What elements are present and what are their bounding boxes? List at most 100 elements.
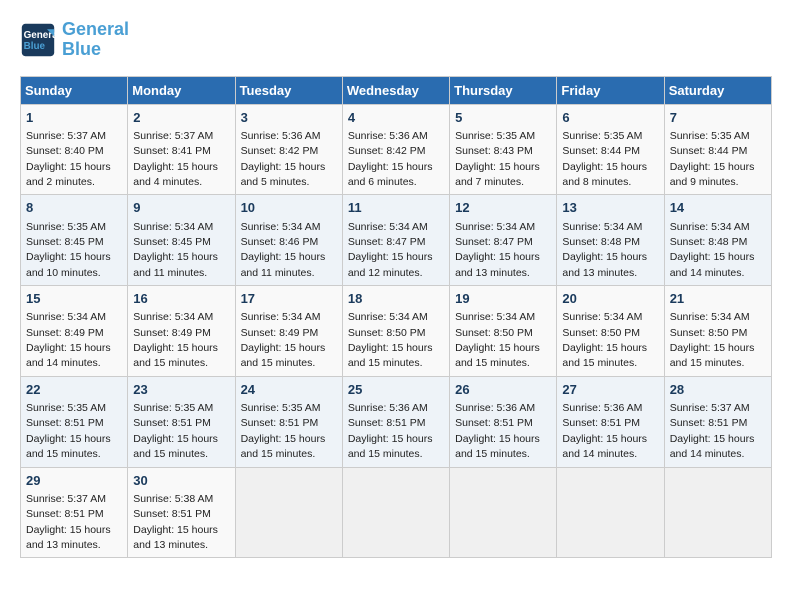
day-info: Sunrise: 5:34 AMSunset: 8:47 PMDaylight:… xyxy=(455,221,540,279)
calendar-cell: 26 Sunrise: 5:36 AMSunset: 8:51 PMDaylig… xyxy=(450,376,557,467)
calendar-cell: 3 Sunrise: 5:36 AMSunset: 8:42 PMDayligh… xyxy=(235,104,342,195)
day-info: Sunrise: 5:37 AMSunset: 8:40 PMDaylight:… xyxy=(26,130,111,188)
calendar-cell: 17 Sunrise: 5:34 AMSunset: 8:49 PMDaylig… xyxy=(235,286,342,377)
day-number: 17 xyxy=(241,290,337,308)
calendar-cell: 22 Sunrise: 5:35 AMSunset: 8:51 PMDaylig… xyxy=(21,376,128,467)
day-info: Sunrise: 5:34 AMSunset: 8:49 PMDaylight:… xyxy=(241,311,326,369)
calendar-cell: 8 Sunrise: 5:35 AMSunset: 8:45 PMDayligh… xyxy=(21,195,128,286)
day-number: 13 xyxy=(562,199,658,217)
week-row-3: 15 Sunrise: 5:34 AMSunset: 8:49 PMDaylig… xyxy=(21,286,772,377)
day-info: Sunrise: 5:34 AMSunset: 8:50 PMDaylight:… xyxy=(455,311,540,369)
day-info: Sunrise: 5:35 AMSunset: 8:51 PMDaylight:… xyxy=(26,402,111,460)
day-info: Sunrise: 5:34 AMSunset: 8:49 PMDaylight:… xyxy=(133,311,218,369)
calendar-cell: 23 Sunrise: 5:35 AMSunset: 8:51 PMDaylig… xyxy=(128,376,235,467)
day-info: Sunrise: 5:37 AMSunset: 8:51 PMDaylight:… xyxy=(26,493,111,551)
weekday-header-saturday: Saturday xyxy=(664,76,771,104)
logo: General Blue GeneralBlue xyxy=(20,20,129,60)
calendar-cell: 27 Sunrise: 5:36 AMSunset: 8:51 PMDaylig… xyxy=(557,376,664,467)
calendar-cell xyxy=(664,467,771,558)
day-number: 26 xyxy=(455,381,551,399)
day-number: 4 xyxy=(348,109,444,127)
day-number: 11 xyxy=(348,199,444,217)
calendar-cell: 15 Sunrise: 5:34 AMSunset: 8:49 PMDaylig… xyxy=(21,286,128,377)
day-info: Sunrise: 5:34 AMSunset: 8:48 PMDaylight:… xyxy=(670,221,755,279)
day-number: 21 xyxy=(670,290,766,308)
day-number: 19 xyxy=(455,290,551,308)
day-info: Sunrise: 5:36 AMSunset: 8:51 PMDaylight:… xyxy=(348,402,433,460)
day-number: 9 xyxy=(133,199,229,217)
weekday-header-row: SundayMondayTuesdayWednesdayThursdayFrid… xyxy=(21,76,772,104)
weekday-header-thursday: Thursday xyxy=(450,76,557,104)
calendar-cell xyxy=(342,467,449,558)
week-row-1: 1 Sunrise: 5:37 AMSunset: 8:40 PMDayligh… xyxy=(21,104,772,195)
calendar-cell: 28 Sunrise: 5:37 AMSunset: 8:51 PMDaylig… xyxy=(664,376,771,467)
calendar-cell: 7 Sunrise: 5:35 AMSunset: 8:44 PMDayligh… xyxy=(664,104,771,195)
calendar-cell: 20 Sunrise: 5:34 AMSunset: 8:50 PMDaylig… xyxy=(557,286,664,377)
day-info: Sunrise: 5:34 AMSunset: 8:48 PMDaylight:… xyxy=(562,221,647,279)
day-number: 20 xyxy=(562,290,658,308)
svg-text:Blue: Blue xyxy=(24,41,46,52)
day-info: Sunrise: 5:35 AMSunset: 8:51 PMDaylight:… xyxy=(241,402,326,460)
day-info: Sunrise: 5:34 AMSunset: 8:45 PMDaylight:… xyxy=(133,221,218,279)
day-number: 6 xyxy=(562,109,658,127)
day-number: 25 xyxy=(348,381,444,399)
calendar-cell: 6 Sunrise: 5:35 AMSunset: 8:44 PMDayligh… xyxy=(557,104,664,195)
page-header: General Blue GeneralBlue xyxy=(20,20,772,60)
day-info: Sunrise: 5:35 AMSunset: 8:44 PMDaylight:… xyxy=(562,130,647,188)
calendar-cell xyxy=(450,467,557,558)
day-info: Sunrise: 5:34 AMSunset: 8:49 PMDaylight:… xyxy=(26,311,111,369)
calendar-cell: 1 Sunrise: 5:37 AMSunset: 8:40 PMDayligh… xyxy=(21,104,128,195)
day-info: Sunrise: 5:34 AMSunset: 8:50 PMDaylight:… xyxy=(670,311,755,369)
calendar-cell: 4 Sunrise: 5:36 AMSunset: 8:42 PMDayligh… xyxy=(342,104,449,195)
day-number: 22 xyxy=(26,381,122,399)
day-number: 16 xyxy=(133,290,229,308)
calendar-cell: 16 Sunrise: 5:34 AMSunset: 8:49 PMDaylig… xyxy=(128,286,235,377)
day-info: Sunrise: 5:36 AMSunset: 8:51 PMDaylight:… xyxy=(562,402,647,460)
calendar-cell xyxy=(557,467,664,558)
day-number: 14 xyxy=(670,199,766,217)
day-info: Sunrise: 5:35 AMSunset: 8:43 PMDaylight:… xyxy=(455,130,540,188)
weekday-header-friday: Friday xyxy=(557,76,664,104)
calendar-cell: 2 Sunrise: 5:37 AMSunset: 8:41 PMDayligh… xyxy=(128,104,235,195)
day-number: 15 xyxy=(26,290,122,308)
calendar-cell: 13 Sunrise: 5:34 AMSunset: 8:48 PMDaylig… xyxy=(557,195,664,286)
day-number: 3 xyxy=(241,109,337,127)
day-number: 18 xyxy=(348,290,444,308)
day-number: 10 xyxy=(241,199,337,217)
calendar-cell: 25 Sunrise: 5:36 AMSunset: 8:51 PMDaylig… xyxy=(342,376,449,467)
logo-icon: General Blue xyxy=(20,22,56,58)
day-number: 30 xyxy=(133,472,229,490)
calendar-cell: 10 Sunrise: 5:34 AMSunset: 8:46 PMDaylig… xyxy=(235,195,342,286)
day-info: Sunrise: 5:36 AMSunset: 8:42 PMDaylight:… xyxy=(348,130,433,188)
calendar-cell: 9 Sunrise: 5:34 AMSunset: 8:45 PMDayligh… xyxy=(128,195,235,286)
weekday-header-tuesday: Tuesday xyxy=(235,76,342,104)
day-number: 5 xyxy=(455,109,551,127)
calendar-cell xyxy=(235,467,342,558)
day-number: 7 xyxy=(670,109,766,127)
day-info: Sunrise: 5:35 AMSunset: 8:51 PMDaylight:… xyxy=(133,402,218,460)
week-row-2: 8 Sunrise: 5:35 AMSunset: 8:45 PMDayligh… xyxy=(21,195,772,286)
calendar-cell: 30 Sunrise: 5:38 AMSunset: 8:51 PMDaylig… xyxy=(128,467,235,558)
day-number: 23 xyxy=(133,381,229,399)
day-info: Sunrise: 5:35 AMSunset: 8:44 PMDaylight:… xyxy=(670,130,755,188)
calendar-cell: 11 Sunrise: 5:34 AMSunset: 8:47 PMDaylig… xyxy=(342,195,449,286)
day-info: Sunrise: 5:34 AMSunset: 8:47 PMDaylight:… xyxy=(348,221,433,279)
day-info: Sunrise: 5:36 AMSunset: 8:51 PMDaylight:… xyxy=(455,402,540,460)
calendar-cell: 5 Sunrise: 5:35 AMSunset: 8:43 PMDayligh… xyxy=(450,104,557,195)
day-info: Sunrise: 5:34 AMSunset: 8:46 PMDaylight:… xyxy=(241,221,326,279)
day-info: Sunrise: 5:37 AMSunset: 8:41 PMDaylight:… xyxy=(133,130,218,188)
week-row-4: 22 Sunrise: 5:35 AMSunset: 8:51 PMDaylig… xyxy=(21,376,772,467)
day-info: Sunrise: 5:36 AMSunset: 8:42 PMDaylight:… xyxy=(241,130,326,188)
week-row-5: 29 Sunrise: 5:37 AMSunset: 8:51 PMDaylig… xyxy=(21,467,772,558)
day-number: 8 xyxy=(26,199,122,217)
calendar-cell: 19 Sunrise: 5:34 AMSunset: 8:50 PMDaylig… xyxy=(450,286,557,377)
weekday-header-sunday: Sunday xyxy=(21,76,128,104)
day-number: 12 xyxy=(455,199,551,217)
day-info: Sunrise: 5:38 AMSunset: 8:51 PMDaylight:… xyxy=(133,493,218,551)
day-number: 24 xyxy=(241,381,337,399)
day-number: 28 xyxy=(670,381,766,399)
calendar-cell: 29 Sunrise: 5:37 AMSunset: 8:51 PMDaylig… xyxy=(21,467,128,558)
logo-text: GeneralBlue xyxy=(62,20,129,60)
calendar-cell: 18 Sunrise: 5:34 AMSunset: 8:50 PMDaylig… xyxy=(342,286,449,377)
calendar-cell: 24 Sunrise: 5:35 AMSunset: 8:51 PMDaylig… xyxy=(235,376,342,467)
